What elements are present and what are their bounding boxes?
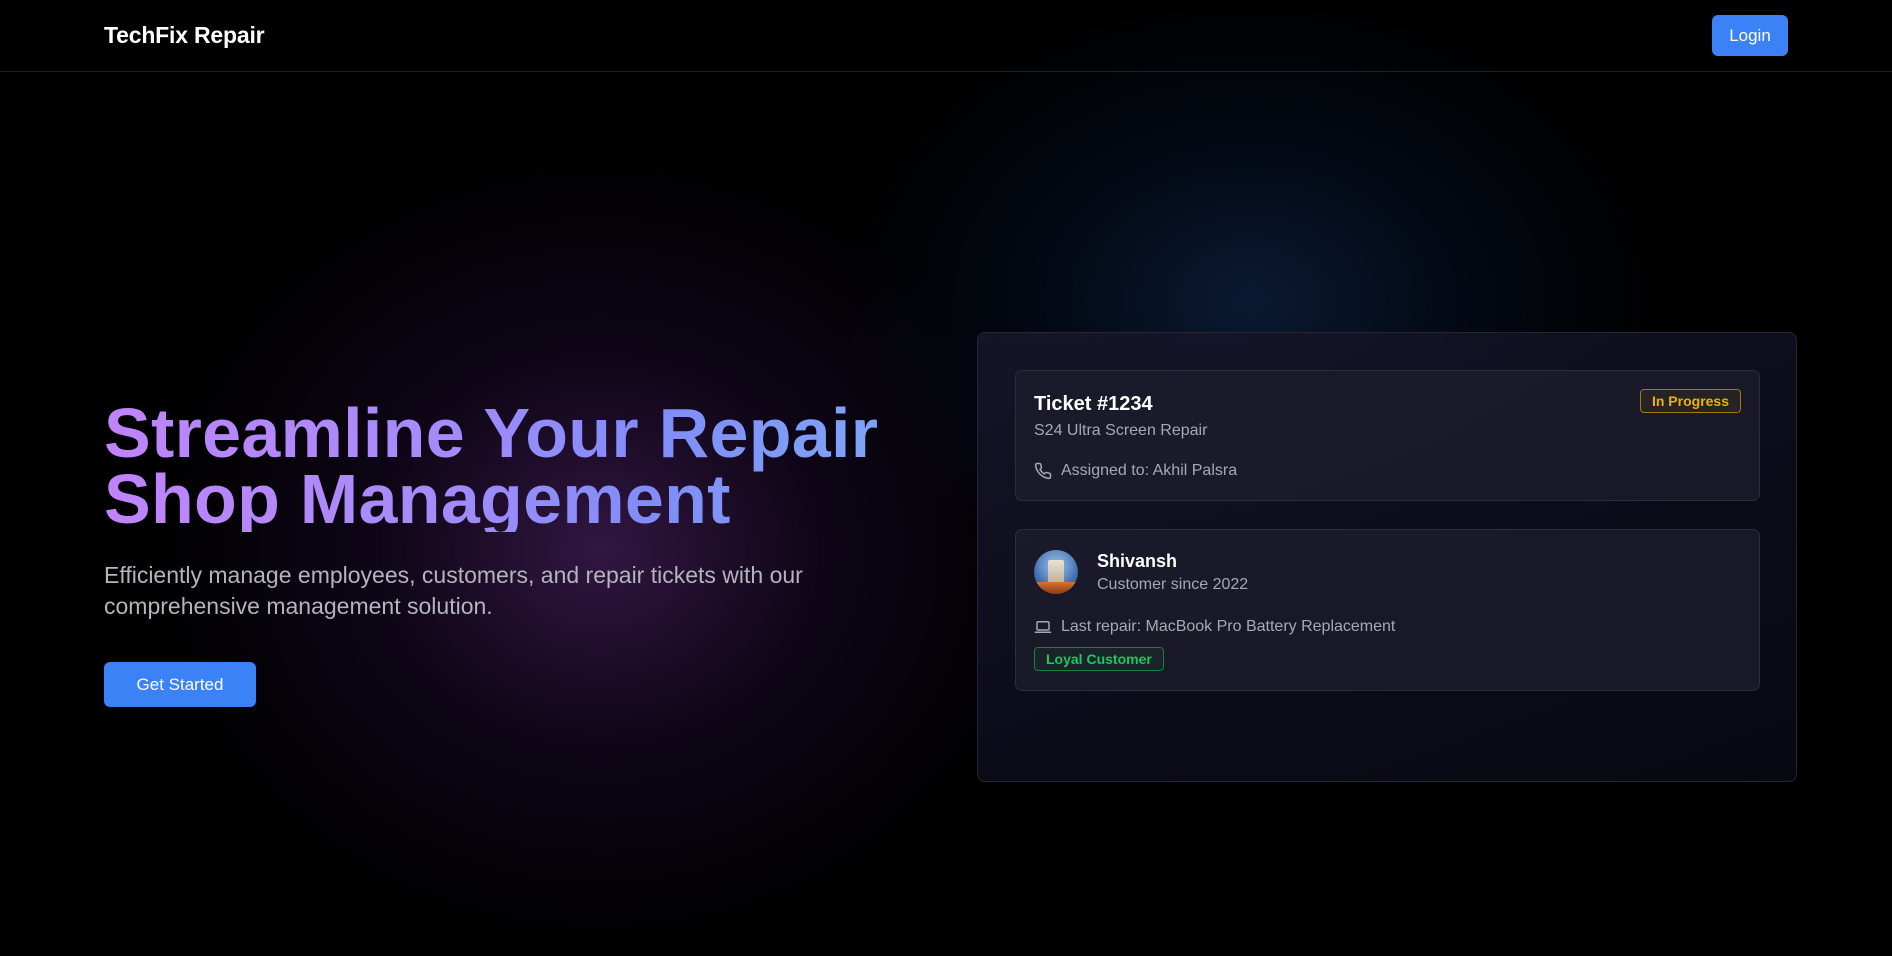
top-navbar: TechFix Repair Login [0, 0, 1892, 72]
last-repair-row: Last repair: MacBook Pro Battery Replace… [1034, 618, 1395, 636]
last-repair-text: Last repair: MacBook Pro Battery Replace… [1061, 618, 1396, 635]
assigned-row: Assigned to: Akhil Palsra [1034, 462, 1237, 480]
laptop-icon [1034, 618, 1052, 636]
customer-card[interactable]: Shivansh Customer since 2022 Last repair… [1015, 529, 1760, 691]
ticket-device: S24 Ultra Screen Repair [1034, 422, 1208, 439]
customer-since: Customer since 2022 [1097, 576, 1249, 593]
loyal-customer-badge: Loyal Customer [1034, 647, 1164, 671]
assigned-text: Assigned to: Akhil Palsra [1061, 462, 1238, 479]
ticket-card[interactable]: Ticket #1234 S24 Ultra Screen Repair In … [1015, 370, 1760, 501]
login-button[interactable]: Login [1712, 15, 1788, 56]
hero-section: Streamline Your Repair Shop Management E… [104, 400, 884, 707]
preview-panel: Ticket #1234 S24 Ultra Screen Repair In … [977, 332, 1797, 782]
avatar [1034, 550, 1078, 594]
hero-subtitle-line2: comprehensive management solution. [104, 593, 493, 619]
hero-title-line2: Shop Management [104, 460, 731, 538]
hero-subtitle-line1: Efficiently manage employees, customers,… [104, 562, 803, 588]
customer-name: Shivansh [1097, 551, 1178, 571]
ticket-title: Ticket #1234 [1034, 393, 1153, 415]
get-started-button[interactable]: Get Started [104, 662, 256, 707]
status-badge: In Progress [1639, 389, 1741, 413]
phone-icon [1034, 462, 1052, 480]
hero-title: Streamline Your Repair Shop Management [104, 400, 884, 532]
hero-subtitle: Efficiently manage employees, customers,… [104, 560, 844, 622]
brand-logo-text[interactable]: TechFix Repair [104, 22, 265, 49]
